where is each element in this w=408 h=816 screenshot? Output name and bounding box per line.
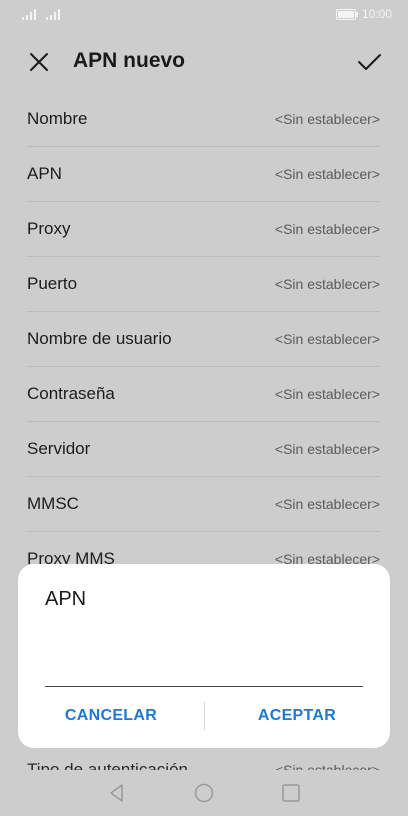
home-icon[interactable] bbox=[193, 782, 215, 804]
setting-value: <Sin establecer> bbox=[274, 762, 380, 770]
setting-row-nombre[interactable]: Nombre <Sin establecer> bbox=[27, 92, 380, 147]
cancel-button[interactable]: CANCELAR bbox=[18, 694, 204, 738]
check-icon[interactable] bbox=[354, 47, 384, 77]
setting-label: APN bbox=[27, 164, 62, 183]
setting-label: MMSC bbox=[27, 494, 79, 513]
accept-button[interactable]: ACEPTAR bbox=[204, 694, 390, 738]
setting-row-usuario[interactable]: Nombre de usuario <Sin establecer> bbox=[27, 312, 380, 367]
setting-label: Puerto bbox=[27, 274, 78, 293]
dialog-title: APN bbox=[45, 588, 87, 610]
battery-icon bbox=[336, 9, 358, 20]
setting-row-mmsc[interactable]: MMSC <Sin establecer> bbox=[27, 477, 380, 532]
status-bar: 10:00 bbox=[0, 0, 408, 28]
setting-value: <Sin establecer> bbox=[274, 221, 380, 237]
apn-screen: 10:00 APN nuevo Nombre <Sin establecer> … bbox=[0, 0, 408, 816]
close-icon[interactable] bbox=[26, 49, 52, 75]
navigation-bar bbox=[0, 770, 408, 816]
setting-value: <Sin establecer> bbox=[274, 386, 380, 402]
setting-label: Nombre de usuario bbox=[27, 329, 172, 348]
setting-value: <Sin establecer> bbox=[274, 166, 380, 182]
setting-row-puerto[interactable]: Puerto <Sin establecer> bbox=[27, 257, 380, 312]
setting-row-servidor[interactable]: Servidor <Sin establecer> bbox=[27, 422, 380, 477]
recent-apps-icon[interactable] bbox=[280, 782, 302, 804]
setting-value: <Sin establecer> bbox=[274, 441, 380, 457]
setting-row-partial[interactable]: Tipo de autenticación <Sin establecer> bbox=[27, 756, 380, 770]
app-bar: APN nuevo bbox=[0, 40, 408, 84]
setting-value: <Sin establecer> bbox=[274, 111, 380, 127]
setting-label: Nombre bbox=[27, 109, 88, 128]
apn-input[interactable] bbox=[45, 654, 363, 687]
page-title: APN nuevo bbox=[73, 49, 186, 72]
status-time: 10:00 bbox=[361, 7, 392, 21]
setting-label: Proxy bbox=[27, 219, 71, 238]
setting-label: Servidor bbox=[27, 439, 91, 458]
setting-value: <Sin establecer> bbox=[274, 331, 380, 347]
setting-label: Tipo de autenticación bbox=[27, 760, 188, 770]
signal-icon-1 bbox=[22, 8, 36, 20]
setting-row-contrasena[interactable]: Contraseña <Sin establecer> bbox=[27, 367, 380, 422]
back-icon[interactable] bbox=[106, 782, 128, 804]
setting-value: <Sin establecer> bbox=[274, 496, 380, 512]
setting-value: <Sin establecer> bbox=[274, 276, 380, 292]
setting-row-proxy[interactable]: Proxy <Sin establecer> bbox=[27, 202, 380, 257]
setting-label: Contraseña bbox=[27, 384, 115, 403]
signal-icon-2 bbox=[46, 8, 60, 20]
apn-input-dialog: APN CANCELAR ACEPTAR bbox=[18, 564, 390, 748]
setting-row-apn[interactable]: APN <Sin establecer> bbox=[27, 147, 380, 202]
apn-settings-list: Nombre <Sin establecer> APN <Sin estable… bbox=[27, 92, 380, 587]
